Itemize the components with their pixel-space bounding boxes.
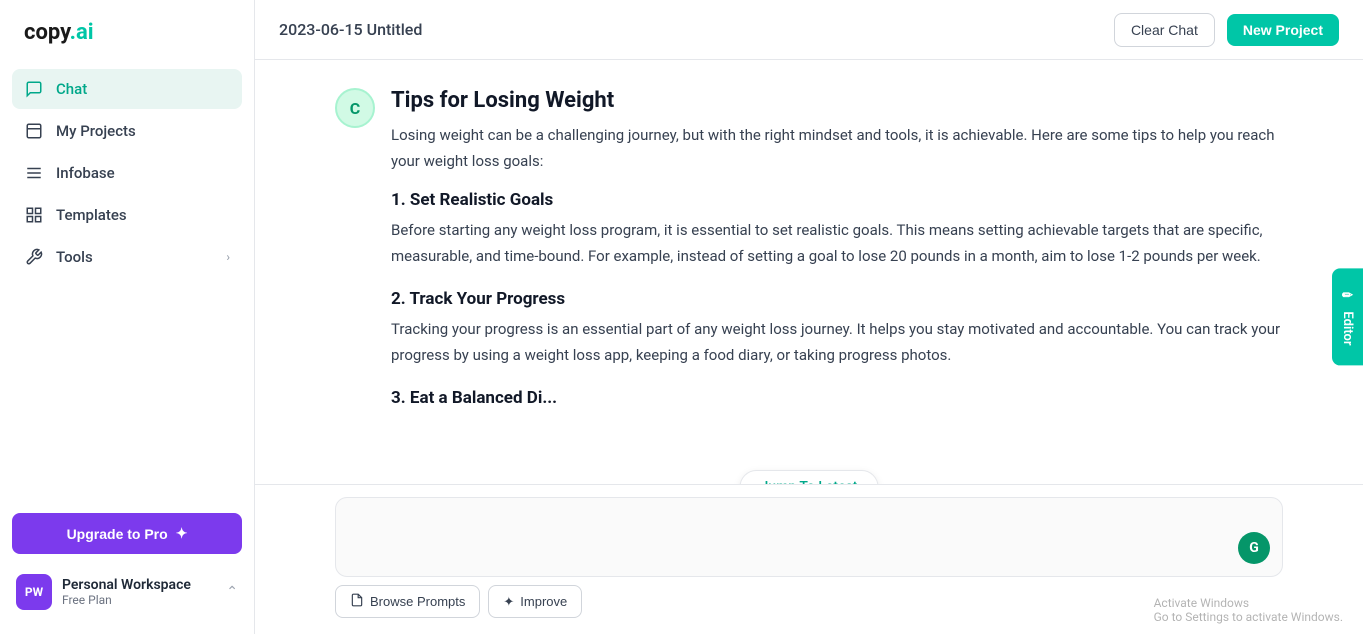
sidebar-item-tools-label: Tools [56, 248, 93, 266]
sidebar-item-chat[interactable]: Chat [12, 69, 242, 109]
logo-dot: .ai [70, 20, 94, 45]
main-content: 2023-06-15 Untitled Clear Chat New Proje… [255, 0, 1363, 634]
sidebar: copy.ai Chat My Projects Infobase Templa… [0, 0, 255, 634]
logo-text: copy [24, 20, 70, 45]
section-3-heading: 3. Eat a Balanced Di... [391, 388, 1283, 408]
chat-title: 2023-06-15 Untitled [279, 20, 422, 39]
nav-menu: Chat My Projects Infobase Templates Tool… [0, 61, 254, 497]
workspace-info: Personal Workspace Free Plan [62, 577, 216, 607]
infobase-icon [24, 163, 44, 183]
sidebar-item-infobase[interactable]: Infobase [12, 153, 242, 193]
section-2-text: Tracking your progress is an essential p… [391, 317, 1283, 368]
sidebar-item-my-projects[interactable]: My Projects [12, 111, 242, 151]
sidebar-item-chat-label: Chat [56, 80, 87, 98]
tools-icon [24, 247, 44, 267]
logo[interactable]: copy.ai [0, 0, 254, 61]
browse-prompts-icon [350, 593, 364, 610]
g-send-icon[interactable]: G [1238, 532, 1270, 564]
upgrade-to-pro-button[interactable]: Upgrade to Pro ✦ [12, 513, 242, 554]
section-1-text: Before starting any weight loss program,… [391, 218, 1283, 269]
workspace-chevron-icon: ⌃ [226, 584, 238, 600]
chat-input-box: G [335, 497, 1283, 577]
editor-pencil-icon: ✏ [1340, 288, 1355, 303]
templates-icon [24, 205, 44, 225]
header-actions: Clear Chat New Project [1114, 13, 1339, 47]
editor-tab[interactable]: ✏ Editor [1332, 268, 1363, 365]
header: 2023-06-15 Untitled Clear Chat New Proje… [255, 0, 1363, 60]
improve-button[interactable]: ✦ Improve [488, 585, 582, 618]
improve-label: Improve [520, 594, 567, 609]
message-content: Tips for Losing Weight Losing weight can… [391, 88, 1283, 416]
sidebar-item-my-projects-label: My Projects [56, 122, 136, 140]
sidebar-bottom: Upgrade to Pro ✦ PW Personal Workspace F… [0, 497, 254, 634]
upgrade-label: Upgrade to Pro [67, 526, 168, 542]
avatar: C [335, 88, 375, 128]
intro-text: Losing weight can be a challenging journ… [391, 123, 1283, 174]
section-1-heading: 1. Set Realistic Goals [391, 190, 1283, 210]
upgrade-icon: ✦ [176, 525, 188, 542]
message-block: C Tips for Losing Weight Losing weight c… [335, 88, 1283, 416]
input-actions: Browse Prompts ✦ Improve [335, 585, 1283, 618]
tools-chevron-icon: › [226, 250, 230, 264]
editor-tab-label: Editor [1340, 311, 1355, 345]
section-2-heading: 2. Track Your Progress [391, 289, 1283, 309]
browse-prompts-button[interactable]: Browse Prompts [335, 585, 480, 618]
browse-prompts-label: Browse Prompts [370, 594, 465, 609]
message-title: Tips for Losing Weight [391, 88, 1283, 113]
workspace-selector[interactable]: PW Personal Workspace Free Plan ⌃ [12, 566, 242, 618]
sidebar-item-tools[interactable]: Tools › [12, 237, 242, 277]
my-projects-icon [24, 121, 44, 141]
sidebar-item-infobase-label: Infobase [56, 164, 115, 182]
chat-icon [24, 79, 44, 99]
workspace-plan: Free Plan [62, 593, 216, 607]
workspace-avatar: PW [16, 574, 52, 610]
clear-chat-button[interactable]: Clear Chat [1114, 13, 1215, 47]
improve-icon: ✦ [503, 594, 514, 610]
new-project-button[interactable]: New Project [1227, 14, 1339, 46]
sidebar-item-templates[interactable]: Templates [12, 195, 242, 235]
workspace-name: Personal Workspace [62, 577, 216, 593]
input-area: G Browse Prompts ✦ Improve [255, 484, 1363, 634]
sidebar-item-templates-label: Templates [56, 206, 127, 224]
